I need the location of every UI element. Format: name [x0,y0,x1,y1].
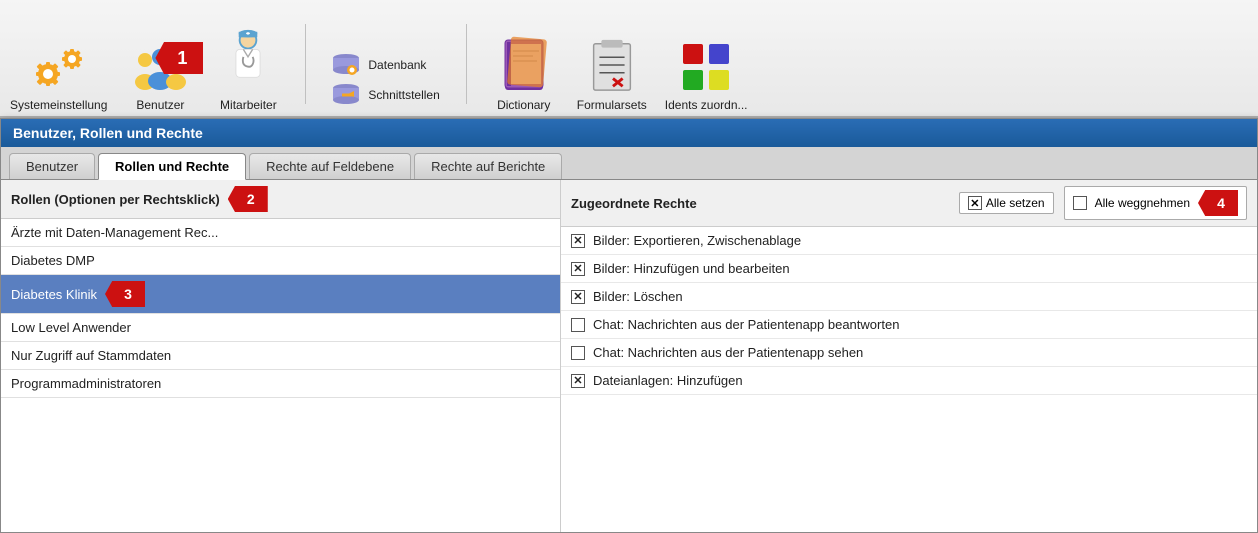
btn-alle-wegnehmen[interactable]: Alle weggnehmen 4 [1064,186,1247,220]
toolbar-label-dictionary: Dictionary [497,98,550,112]
toolbar-item-formularsets[interactable]: Formularsets [577,36,647,112]
gear-icon [34,44,84,94]
checkbox-alle-setzen: ✕ [968,196,982,210]
checkbox-bilder-export[interactable]: ✕ [571,234,585,248]
checkbox-chat-beantworten[interactable] [571,318,585,332]
checkbox-bilder-hinzufuegen[interactable]: ✕ [571,262,585,276]
list-item-programm-admin[interactable]: Programmadministratoren [1,370,560,398]
badge-2-arrow: 2 [228,186,268,212]
right-header-label: Zugeordnete Rechte [571,196,949,211]
left-panel: Rollen (Optionen per Rechtsklick) 2 Ärzt… [1,180,561,532]
toolbar-label-benutzer: Benutzer [136,98,184,112]
toolbar-item-systemeinstellung[interactable]: Systemeinstellung [10,44,107,112]
toolbar-group-db: Datenbank Schnittstellen [328,52,443,112]
badge-1-arrow: 1 [155,42,203,74]
right-panel-header: Zugeordnete Rechte ✕ Alle setzen Alle we… [561,180,1257,227]
tab-benutzer[interactable]: Benutzer [9,153,95,179]
right-list-item-bilder-hinzufuegen: ✕ Bilder: Hinzufügen und bearbeiten [561,255,1257,283]
toolbar-label-systemeinstellung: Systemeinstellung [10,98,107,112]
toolbar-item-idents[interactable]: Idents zuordn... [665,40,748,112]
toolbar-item-datenbank[interactable]: Datenbank [328,52,443,78]
tabs-bar: Benutzer Rollen und Rechte Rechte auf Fe… [1,147,1257,180]
main-content: Benutzer, Rollen und Rechte Benutzer Rol… [0,118,1258,533]
right-list-item-bilder-loeschen: ✕ Bilder: Löschen [561,283,1257,311]
tab-rollen-rechte[interactable]: Rollen und Rechte [98,153,246,180]
toolbar-label-schnittstellen: Schnittstellen [368,88,439,102]
checkbox-chat-sehen[interactable] [571,346,585,360]
list-item-stammdaten[interactable]: Nur Zugriff auf Stammdaten [1,342,560,370]
right-list-item-dateianlagen: ✕ Dateianlagen: Hinzufügen [561,367,1257,395]
toolbar-item-dictionary[interactable]: Dictionary [489,32,559,112]
toolbar-label-datenbank: Datenbank [368,58,426,72]
badge-3-arrow: 3 [105,281,145,307]
formularsets-icon [585,36,639,94]
list-item-low-level[interactable]: Low Level Anwender [1,314,560,342]
toolbar-label-idents: Idents zuordn... [665,98,748,112]
divider-1 [305,24,306,104]
content-panels: Rollen (Optionen per Rechtsklick) 2 Ärzt… [1,180,1257,532]
list-item-aerzte[interactable]: Ärzte mit Daten-Management Rec... [1,219,560,247]
dialog-title: Benutzer, Rollen und Rechte [13,125,203,141]
list-item-diabetes-dmp[interactable]: Diabetes DMP [1,247,560,275]
left-panel-header: Rollen (Optionen per Rechtsklick) 2 [1,180,560,219]
toolbar-label-mitarbeiter: Mitarbeiter [220,98,277,112]
doctor-icon [221,29,275,94]
tab-rechte-berichte[interactable]: Rechte auf Berichte [414,153,562,179]
toolbar-item-benutzer[interactable]: 1 Benutzer [125,46,195,112]
checkbox-dateianlagen[interactable]: ✕ [571,374,585,388]
toolbar: Systemeinstellung 1 [0,0,1258,118]
toolbar-item-schnittstellen[interactable]: Schnittstellen [328,82,443,108]
dictionary-icon [497,32,551,94]
badge-4-arrow: 4 [1198,190,1238,216]
dialog: Benutzer, Rollen und Rechte Benutzer Rol… [0,118,1258,533]
checkbox-alle-wegnehmen [1073,196,1087,210]
right-list-item-chat-beantworten: Chat: Nachrichten aus der Patientenapp b… [561,311,1257,339]
idents-icon [679,40,733,94]
dialog-titlebar: Benutzer, Rollen und Rechte [1,119,1257,147]
btn-alle-setzen[interactable]: ✕ Alle setzen [959,192,1054,214]
right-list-item-chat-sehen: Chat: Nachrichten aus der Patientenapp s… [561,339,1257,367]
toolbar-item-mitarbeiter[interactable]: Mitarbeiter [213,29,283,112]
right-panel: Zugeordnete Rechte ✕ Alle setzen Alle we… [561,180,1257,532]
list-item-diabetes-klinik[interactable]: Diabetes Klinik 3 [1,275,560,314]
toolbar-label-formularsets: Formularsets [577,98,647,112]
datenbank-icon [332,54,360,76]
tab-rechte-feldebene[interactable]: Rechte auf Feldebene [249,153,411,179]
divider-2 [466,24,467,104]
right-list-item-bilder-export: ✕ Bilder: Exportieren, Zwischenablage [561,227,1257,255]
checkbox-bilder-loeschen[interactable]: ✕ [571,290,585,304]
schnittstellen-icon [332,84,360,106]
